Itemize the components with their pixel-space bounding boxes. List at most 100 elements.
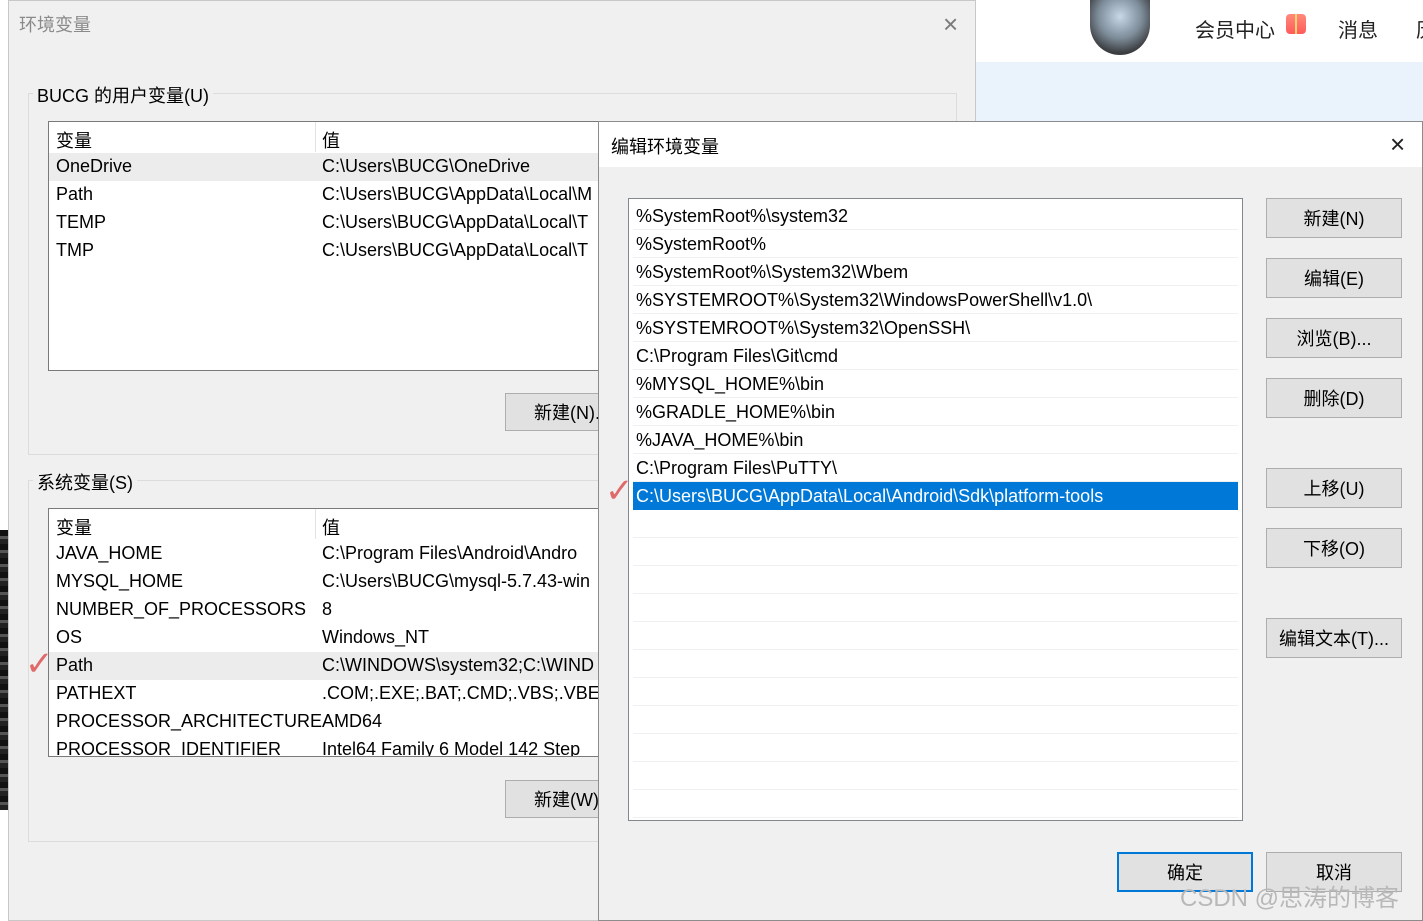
window-title: 环境变量 xyxy=(19,15,91,35)
user-variables-list[interactable]: 变量 值 OneDrive C:\Users\BUCG\OneDrive Pat… xyxy=(48,121,628,371)
path-entry-text: C:\Program Files\Git\cmd xyxy=(636,346,839,366)
user-var-row-temp[interactable]: TEMP C:\Users\BUCG\AppData\Local\T xyxy=(49,209,627,237)
column-header-value[interactable]: 值 xyxy=(322,127,340,153)
nav-messages[interactable]: 消息 xyxy=(1338,14,1378,43)
watermark: CSDN @思涛的博客 xyxy=(1180,885,1400,912)
var-value: 8 xyxy=(322,599,333,619)
empty-row[interactable] xyxy=(633,762,1238,790)
var-value: Windows_NT xyxy=(322,627,430,647)
var-name: NUMBER_OF_PROCESSORS xyxy=(56,599,307,619)
empty-row[interactable] xyxy=(633,510,1238,538)
path-entry-text: %GRADLE_HOME%\bin xyxy=(636,402,836,422)
var-name: OneDrive xyxy=(56,156,133,176)
column-header-value[interactable]: 值 xyxy=(322,514,340,540)
path-entry-text: %SYSTEMROOT%\System32\OpenSSH\ xyxy=(636,318,971,338)
user-var-row-tmp[interactable]: TMP C:\Users\BUCG\AppData\Local\T xyxy=(49,237,627,265)
path-entry-selected[interactable]: C:\Users\BUCG\AppData\Local\Android\Sdk\… xyxy=(633,482,1238,510)
var-name: PATHEXT xyxy=(56,683,137,703)
nav-partial-item[interactable]: 历 xyxy=(1416,14,1423,43)
user-var-row-onedrive[interactable]: OneDrive C:\Users\BUCG\OneDrive xyxy=(49,153,627,181)
user-variables-label: BUCG 的用户变量(U) xyxy=(33,82,213,108)
check-mark-icon: ✓ xyxy=(605,472,634,510)
path-entry[interactable]: %SYSTEMROOT%\System32\OpenSSH\ xyxy=(633,314,1238,342)
var-name: Path xyxy=(56,655,94,675)
path-entry[interactable]: C:\Program Files\PuTTY\ xyxy=(633,454,1238,482)
list-header: 变量 值 xyxy=(49,122,627,152)
system-var-row-java-home[interactable]: JAVA_HOME C:\Program Files\Android\Andro xyxy=(49,540,627,568)
path-entry[interactable]: C:\Program Files\Git\cmd xyxy=(633,342,1238,370)
system-var-row-mysql-home[interactable]: MYSQL_HOME C:\Users\BUCG\mysql-5.7.43-wi… xyxy=(49,568,627,596)
path-entry-text: C:\Users\BUCG\AppData\Local\Android\Sdk\… xyxy=(636,486,1104,506)
path-entry-text: %JAVA_HOME%\bin xyxy=(636,430,804,450)
path-entry[interactable]: %GRADLE_HOME%\bin xyxy=(633,398,1238,426)
system-var-row-processor-identifier[interactable]: PROCESSOR_IDENTIFIER Intel64 Family 6 Mo… xyxy=(49,736,627,757)
empty-row[interactable] xyxy=(633,538,1238,566)
var-value: C:\Users\BUCG\mysql-5.7.43-win xyxy=(322,571,591,591)
empty-row[interactable] xyxy=(633,678,1238,706)
empty-row[interactable] xyxy=(633,566,1238,594)
var-value: Intel64 Family 6 Model 142 Step xyxy=(322,739,581,757)
check-mark-icon: ✓ xyxy=(25,645,54,683)
edit-env-variable-dialog: 编辑环境变量 × %SystemRoot%\system32 %SystemRo… xyxy=(598,121,1423,921)
system-var-row-os[interactable]: OS Windows_NT xyxy=(49,624,627,652)
list-header: 变量 值 xyxy=(49,509,627,539)
dialog-title: 编辑环境变量 xyxy=(611,137,719,157)
move-down-button[interactable]: 下移(O) xyxy=(1266,528,1402,568)
path-entries-list[interactable]: %SystemRoot%\system32 %SystemRoot% %Syst… xyxy=(628,198,1243,821)
var-name: Path xyxy=(56,184,94,204)
var-value: C:\WINDOWS\system32;C:\WIND xyxy=(322,655,595,675)
empty-row[interactable] xyxy=(633,594,1238,622)
system-variables-label: 系统变量(S) xyxy=(33,469,137,495)
system-variables-list[interactable]: 变量 值 JAVA_HOME C:\Program Files\Android\… xyxy=(48,508,628,757)
var-value: C:\Users\BUCG\AppData\Local\M xyxy=(322,184,593,204)
system-var-row-pathext[interactable]: PATHEXT .COM;.EXE;.BAT;.CMD;.VBS;.VBE;.J xyxy=(49,680,627,708)
column-header-variable[interactable]: 变量 xyxy=(56,127,92,153)
edit-text-button[interactable]: 编辑文本(T)... xyxy=(1266,618,1402,658)
var-name: TEMP xyxy=(56,212,107,232)
website-banner xyxy=(976,62,1423,122)
delete-button[interactable]: 删除(D) xyxy=(1266,378,1402,418)
dialog-titlebar xyxy=(599,122,1422,167)
path-entry[interactable]: %SystemRoot% xyxy=(633,230,1238,258)
path-entry-text: %MYSQL_HOME%\bin xyxy=(636,374,825,394)
empty-row[interactable] xyxy=(633,650,1238,678)
path-entry-text: C:\Program Files\PuTTY\ xyxy=(636,458,838,478)
var-name: JAVA_HOME xyxy=(56,543,163,563)
var-value: AMD64 xyxy=(322,711,383,731)
move-up-button[interactable]: 上移(U) xyxy=(1266,468,1402,508)
path-entry[interactable]: %MYSQL_HOME%\bin xyxy=(633,370,1238,398)
var-value: C:\Program Files\Android\Andro xyxy=(322,543,578,563)
system-var-row-path[interactable]: Path C:\WINDOWS\system32;C:\WIND xyxy=(49,652,627,680)
empty-row[interactable] xyxy=(633,790,1238,818)
nav-member-center[interactable]: 会员中心 xyxy=(1195,14,1275,43)
system-var-row-number-of-processors[interactable]: NUMBER_OF_PROCESSORS 8 xyxy=(49,596,627,624)
var-name: MYSQL_HOME xyxy=(56,571,184,591)
var-name: PROCESSOR_IDENTIFIER xyxy=(56,739,282,757)
close-icon[interactable]: × xyxy=(1390,131,1405,157)
empty-row[interactable] xyxy=(633,706,1238,734)
path-entry[interactable]: %SystemRoot%\system32 xyxy=(633,202,1238,230)
path-entry-text: %SystemRoot%\system32 xyxy=(636,206,849,226)
var-name: TMP xyxy=(56,240,94,260)
path-entry[interactable]: %SYSTEMROOT%\System32\WindowsPowerShell\… xyxy=(633,286,1238,314)
close-icon[interactable]: × xyxy=(943,11,958,37)
path-entry[interactable]: %SystemRoot%\System32\Wbem xyxy=(633,258,1238,286)
var-value: C:\Users\BUCG\AppData\Local\T xyxy=(322,240,589,260)
gift-icon xyxy=(1286,14,1306,34)
path-entry-text: %SystemRoot%\System32\Wbem xyxy=(636,262,909,282)
edit-button[interactable]: 编辑(E) xyxy=(1266,258,1402,298)
path-entry[interactable]: %JAVA_HOME%\bin xyxy=(633,426,1238,454)
empty-row[interactable] xyxy=(633,622,1238,650)
empty-row[interactable] xyxy=(633,734,1238,762)
user-var-row-path[interactable]: Path C:\Users\BUCG\AppData\Local\M xyxy=(49,181,627,209)
new-button[interactable]: 新建(N) xyxy=(1266,198,1402,238)
browse-button[interactable]: 浏览(B)... xyxy=(1266,318,1402,358)
var-name: PROCESSOR_ARCHITECTURE xyxy=(56,711,323,731)
var-value: .COM;.EXE;.BAT;.CMD;.VBS;.VBE;.J xyxy=(322,683,619,703)
column-header-variable[interactable]: 变量 xyxy=(56,514,92,540)
var-name: OS xyxy=(56,627,83,647)
var-value: C:\Users\BUCG\AppData\Local\T xyxy=(322,212,589,232)
path-entry-text: %SystemRoot% xyxy=(636,234,767,254)
system-var-row-processor-architecture[interactable]: PROCESSOR_ARCHITECTURE AMD64 xyxy=(49,708,627,736)
path-entry-text: %SYSTEMROOT%\System32\WindowsPowerShell\… xyxy=(636,290,1093,310)
